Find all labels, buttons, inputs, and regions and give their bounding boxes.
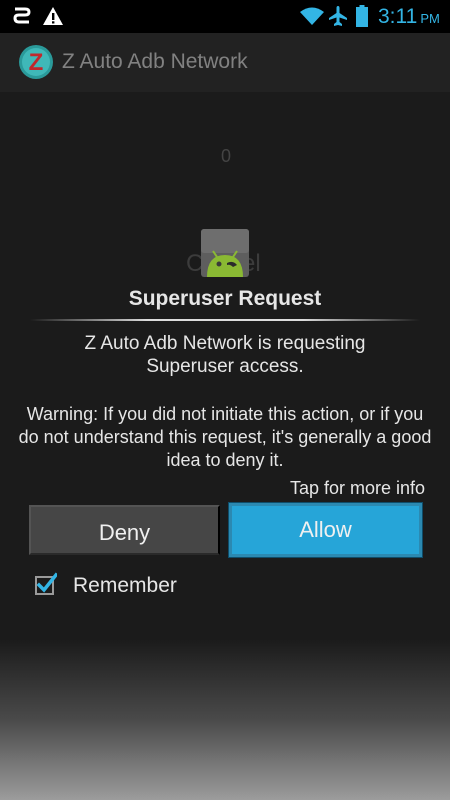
status-clock: 3:11 PM [378,5,440,28]
app-title: Z Auto Adb Network [62,50,248,73]
warning-message: Warning: If you did not initiate this ac… [18,404,432,470]
allow-button[interactable]: Allow [229,503,422,557]
usb-icon [12,7,32,25]
status-bar: 3:11 PM [0,0,450,33]
wifi-icon [299,6,325,26]
deny-button[interactable]: Deny [29,505,220,555]
screen: 3:11PM Z Z Auto Adb Network 0 Cancel Sup… [0,0,450,800]
airplane-mode-icon [328,5,348,27]
svg-text:Z: Z [29,49,44,76]
app-logo-icon[interactable]: Z [18,44,54,80]
more-info-link[interactable]: Tap for more info [290,476,425,500]
title-divider [30,319,420,321]
remember-checkbox[interactable] [35,572,59,596]
app-action-bar: Z Z Auto Adb Network [0,33,450,92]
warning-icon [42,6,64,26]
dialog-title: Superuser Request [128,287,322,310]
remember-label[interactable]: Remember [73,572,177,600]
request-message: Z Auto Adb Network is requesting Superus… [84,333,366,377]
battery-icon [356,5,368,27]
superuser-android-icon [199,227,251,279]
background-counter: 0 [221,146,232,166]
